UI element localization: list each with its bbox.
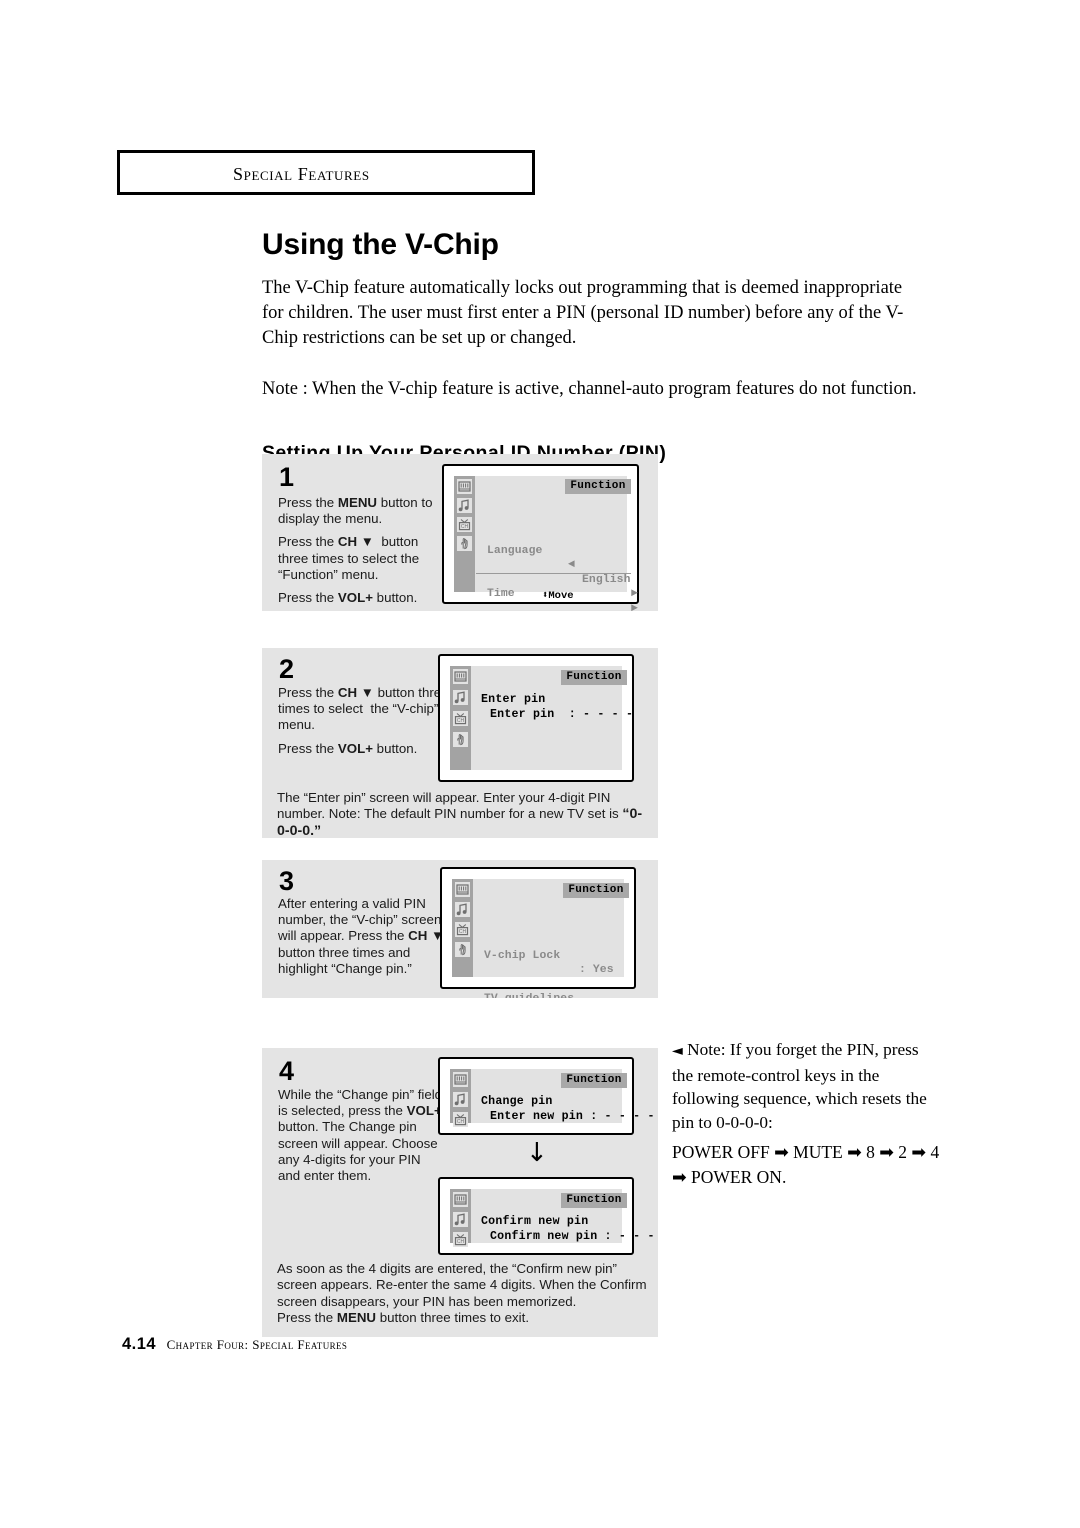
tv-screen-mock-1: CH Function Language ◄ English ► Time ► … <box>442 464 639 611</box>
picture-icon <box>453 1192 468 1207</box>
step-line-1c: Press the VOL+ button. <box>278 590 418 606</box>
svg-text:CH: CH <box>457 1119 465 1125</box>
menu-value: : Yes <box>579 964 614 976</box>
picture-icon <box>457 479 472 494</box>
tv-footer-move: Move <box>548 590 574 602</box>
tv-menu-rail-2: CH <box>450 666 471 770</box>
step-panel-3: 3 After entering a valid PIN number, the… <box>262 860 658 998</box>
menu-label: TV guidelines <box>484 992 574 998</box>
music-note-icon <box>457 498 472 513</box>
intro-paragraph: The V-Chip feature automatically locks o… <box>262 278 904 348</box>
page-footer: 4.14 Chapter Four: Special Features <box>122 1335 347 1354</box>
tv-menu-rail-1: CH <box>454 476 475 592</box>
svg-text:CH: CH <box>461 524 469 530</box>
tv-screen-mock-2: CH Function Enter pin Enter pin : - - - … <box>438 654 634 782</box>
tv-pin-field-4a[interactable]: Enter new pin : - - - - <box>490 1110 655 1123</box>
tv-screen-mock-3: CH Function V-chip Lock : Yes TV guideli… <box>440 867 636 998</box>
step-caption-2-text: The “Enter pin” screen will appear. Ente… <box>277 790 619 822</box>
step-number-4: 4 <box>279 1056 295 1086</box>
step-number-3: 3 <box>279 866 295 896</box>
tv-title-1: Function <box>565 479 631 494</box>
step-instructions-1: Press the MENU button to display the men… <box>278 495 446 606</box>
right-arrow-icon: ► <box>631 602 638 612</box>
step-line-2b: Press the VOL+ button. <box>278 740 418 756</box>
step-line-1b: Press the CH ▼ button three times to sel… <box>278 534 420 582</box>
tv-menu-rail-3: CH <box>452 879 473 977</box>
music-note-icon <box>453 1212 468 1227</box>
hand-function-icon <box>453 732 468 747</box>
tv-title-4a: Function <box>561 1073 627 1088</box>
channel-tv-icon: CH <box>453 711 468 726</box>
page-number: 4.14 <box>122 1335 157 1353</box>
tv-heading-2: Enter pin <box>481 693 546 706</box>
step-number-2: 2 <box>279 654 295 684</box>
tv-menu-row[interactable]: V-chip Lock : Yes <box>484 934 624 977</box>
right-arrow-icon: ► <box>631 588 638 600</box>
step-instructions-2: Press the CH ▼ button three times to sel… <box>278 685 450 757</box>
picture-icon <box>453 1072 468 1087</box>
step-caption-4-text: As soon as the 4 digits are entered, the… <box>277 1261 647 1309</box>
svg-text:CH: CH <box>457 1239 465 1245</box>
page-title: Using the V-Chip <box>262 228 499 261</box>
tv-screen-mock-4b: CH Function Confirm new pin Confirm new … <box>438 1177 654 1255</box>
menu-label: V-chip Lock <box>484 949 561 962</box>
tv-title-3: Function <box>563 883 629 898</box>
hand-function-icon <box>457 536 472 551</box>
step-instructions-4: While the “Change pin” field is selected… <box>278 1087 446 1184</box>
tv-menu-row[interactable]: Language ◄ English ► <box>487 529 638 601</box>
flow-down-arrow-icon: ↓ <box>526 1138 548 1168</box>
tv-menu-rail-4b: CH <box>450 1189 471 1247</box>
hand-function-icon <box>455 942 470 957</box>
step-line-1a: Press the MENU button to display the men… <box>278 495 433 527</box>
side-note-sequence: POWER OFF ➡ MUTE ➡ 8 ➡ 2 ➡ 4 ➡ POWER ON. <box>672 1142 940 1187</box>
svg-text:CH: CH <box>459 929 467 935</box>
channel-tv-icon: CH <box>453 1232 468 1247</box>
intro-note: Note : When the V-chip feature is active… <box>262 379 917 399</box>
step-number-1: 1 <box>279 462 295 492</box>
tv-heading-4b: Confirm new pin <box>481 1215 589 1228</box>
section-tab-label: Special Features <box>233 164 370 184</box>
tv-menu-rail-4a: CH <box>450 1069 471 1127</box>
music-note-icon <box>453 690 468 705</box>
footer-chapter: Chapter Four: Special Features <box>166 1337 348 1352</box>
picture-icon <box>455 882 470 897</box>
step-caption-4-last: Press the MENU button three times to exi… <box>277 1309 530 1325</box>
tv-title-2: Function <box>561 670 627 685</box>
music-note-icon <box>453 1092 468 1107</box>
tv-heading-4a: Change pin <box>481 1095 553 1108</box>
step-panel-1: 1 Press the MENU button to display the m… <box>262 454 658 611</box>
music-note-icon <box>455 902 470 917</box>
step-caption-4: As soon as the 4 digits are entered, the… <box>277 1261 652 1326</box>
side-note: ◄ Note: If you forget the PIN, press the… <box>672 1038 940 1190</box>
tv-footer-divider <box>476 573 631 574</box>
channel-tv-icon: CH <box>453 1112 468 1127</box>
left-arrow-icon: ◄ <box>568 559 575 571</box>
tv-pin-field-2[interactable]: Enter pin : - - - - <box>490 708 633 721</box>
page-content: Using the V-Chip The V-Chip feature auto… <box>262 228 942 475</box>
step-panel-4: 4 While the “Change pin” field is select… <box>262 1048 658 1337</box>
step-caption-2: The “Enter pin” screen will appear. Ente… <box>277 790 647 838</box>
left-triangle-icon: ◄ <box>672 1043 683 1059</box>
channel-tv-icon: CH <box>455 922 470 937</box>
picture-icon <box>453 669 468 684</box>
step-instructions-3: After entering a valid PIN number, the “… <box>278 896 454 977</box>
tv-title-4b: Function <box>561 1193 627 1208</box>
step-line-2a: Press the CH ▼ button three times to sel… <box>278 685 449 733</box>
tv-pin-field-4b[interactable]: Confirm new pin : - - - - <box>490 1230 658 1243</box>
step-panel-2: 2 Press the CH ▼ button three times to s… <box>262 648 658 838</box>
tv-menu-row[interactable]: TV guidelines ► <box>484 978 624 998</box>
menu-label: Language <box>487 544 543 557</box>
step-line-4a: While the “Change pin” field is selected… <box>278 1087 443 1184</box>
channel-tv-icon: CH <box>457 517 472 532</box>
svg-text:CH: CH <box>457 718 465 724</box>
tv-footer-bar-1: ⬍Move ±Select ▥ Exit <box>479 577 586 611</box>
side-note-text: Note: If you forget the PIN, press the r… <box>672 1040 927 1132</box>
tv-screen-mock-4a: CH Function Change pin Enter new pin : -… <box>438 1057 654 1135</box>
section-tab: Special Features <box>117 150 535 195</box>
